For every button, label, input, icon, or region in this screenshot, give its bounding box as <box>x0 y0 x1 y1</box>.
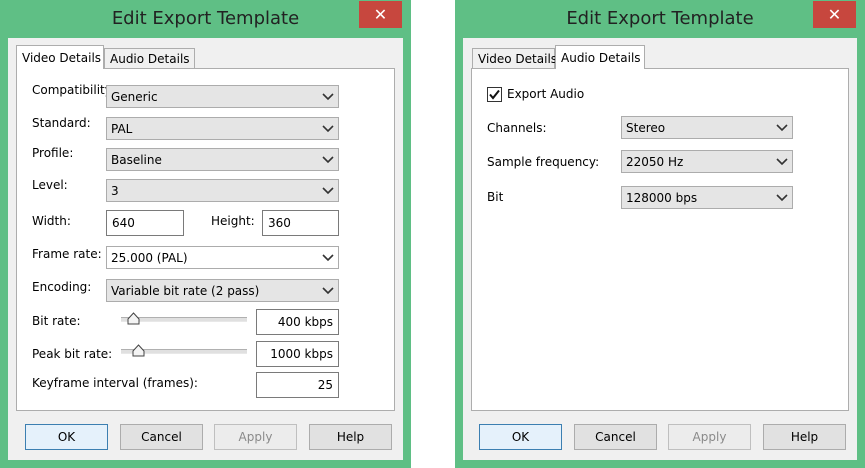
sample-frequency-label: Sample frequency: <box>487 155 600 169</box>
width-value: 640 <box>112 216 135 230</box>
export-audio-checkbox[interactable] <box>487 87 502 102</box>
bit-label: Bit <box>487 190 504 204</box>
bit-rate-slider[interactable] <box>121 311 247 331</box>
channels-value: Stereo <box>626 121 666 135</box>
level-label: Level: <box>32 178 68 192</box>
chevron-down-icon <box>322 187 334 195</box>
chevron-down-icon <box>776 194 788 202</box>
frame-rate-label: Frame rate: <box>32 247 102 261</box>
tab-audio-details[interactable]: Audio Details <box>104 48 195 68</box>
chevron-down-icon <box>322 156 334 164</box>
apply-button[interactable]: Apply <box>214 424 297 450</box>
bit-value: 128000 bps <box>626 191 698 205</box>
window-title: Edit Export Template <box>566 8 754 29</box>
window-title: Edit Export Template <box>111 8 300 29</box>
chevron-down-icon <box>776 124 788 132</box>
height-value: 360 <box>268 216 291 230</box>
help-button[interactable]: Help <box>309 424 392 450</box>
sample-frequency-select[interactable]: 22050 Hz <box>621 150 793 173</box>
frame-rate-select[interactable]: 25.000 (PAL) <box>106 246 339 269</box>
profile-value: Baseline <box>111 153 162 167</box>
standard-value: PAL <box>111 122 133 136</box>
frame-rate-value: 25.000 (PAL) <box>111 251 188 265</box>
ok-button[interactable]: OK <box>479 424 562 450</box>
export-audio-label: Export Audio <box>507 87 585 101</box>
dialog-client-area: Video Details Audio Details Compatibilit… <box>8 38 403 460</box>
video-details-panel: Compatibility Generic Standard: PAL Prof… <box>16 68 395 411</box>
chevron-down-icon <box>322 254 334 262</box>
keyframe-interval-label: Keyframe interval (frames): <box>32 376 198 390</box>
height-input[interactable]: 360 <box>262 210 339 236</box>
peak-bit-rate-slider[interactable] <box>121 343 247 363</box>
width-input[interactable]: 640 <box>106 210 184 236</box>
peak-bit-rate-label: Peak bit rate: <box>32 347 113 361</box>
close-icon: ✕ <box>373 5 388 24</box>
bit-rate-value: 400 kbps <box>277 315 333 329</box>
standard-select[interactable]: PAL <box>106 117 339 140</box>
encoding-value: Variable bit rate (2 pass) <box>111 284 260 298</box>
profile-select[interactable]: Baseline <box>106 148 339 171</box>
close-icon: ✕ <box>827 5 842 24</box>
keyframe-interval-value: 25 <box>317 378 333 392</box>
edit-export-template-dialog-audio: Edit Export Template ✕ Video Details Aud… <box>455 0 865 468</box>
slider-thumb-icon[interactable] <box>132 344 145 357</box>
profile-label: Profile: <box>32 146 74 160</box>
dialog-button-row: OK Cancel Apply Help <box>8 419 403 460</box>
channels-label: Channels: <box>487 121 547 135</box>
sample-frequency-value: 22050 Hz <box>626 155 684 169</box>
tab-video-details[interactable]: Video Details <box>472 48 557 68</box>
dialog-button-row: OK Cancel Apply Help <box>463 419 857 460</box>
tab-video-details[interactable]: Video Details <box>16 45 104 69</box>
bit-rate-input[interactable]: 400 kbps <box>256 309 339 335</box>
level-value: 3 <box>111 184 119 198</box>
height-label: Height: <box>211 214 255 228</box>
close-button[interactable]: ✕ <box>813 1 856 28</box>
checkmark-icon <box>489 89 500 100</box>
compatibility-value: Generic <box>111 90 158 104</box>
chevron-down-icon <box>322 93 334 101</box>
dialog-client-area: Video Details Audio Details Export Audio… <box>463 38 857 460</box>
chevron-down-icon <box>776 158 788 166</box>
standard-label: Standard: <box>32 116 91 130</box>
title-bar[interactable]: Edit Export Template ✕ <box>0 0 411 38</box>
compatibility-label: Compatibility <box>32 83 112 97</box>
cancel-button[interactable]: Cancel <box>574 424 657 450</box>
tab-audio-details[interactable]: Audio Details <box>555 45 645 69</box>
title-bar[interactable]: Edit Export Template ✕ <box>455 0 865 38</box>
keyframe-interval-input[interactable]: 25 <box>256 372 339 398</box>
close-button[interactable]: ✕ <box>359 1 402 28</box>
channels-select[interactable]: Stereo <box>621 116 793 139</box>
width-label: Width: <box>32 214 71 228</box>
chevron-down-icon <box>322 287 334 295</box>
apply-button[interactable]: Apply <box>668 424 751 450</box>
help-button[interactable]: Help <box>763 424 846 450</box>
edit-export-template-dialog-video: Edit Export Template ✕ Video Details Aud… <box>0 0 411 468</box>
encoding-select[interactable]: Variable bit rate (2 pass) <box>106 279 339 302</box>
bit-rate-label: Bit rate: <box>32 314 81 328</box>
bit-select[interactable]: 128000 bps <box>621 186 793 209</box>
compatibility-select[interactable]: Generic <box>106 85 339 108</box>
cancel-button[interactable]: Cancel <box>120 424 203 450</box>
encoding-label: Encoding: <box>32 280 92 294</box>
peak-bit-rate-input[interactable]: 1000 kbps <box>256 341 339 367</box>
ok-button[interactable]: OK <box>25 424 108 450</box>
audio-details-panel: Export Audio Channels: Stereo Sample fre… <box>471 68 849 411</box>
level-select[interactable]: 3 <box>106 179 339 202</box>
slider-thumb-icon[interactable] <box>127 312 140 325</box>
chevron-down-icon <box>322 125 334 133</box>
peak-bit-rate-value: 1000 kbps <box>270 347 333 361</box>
